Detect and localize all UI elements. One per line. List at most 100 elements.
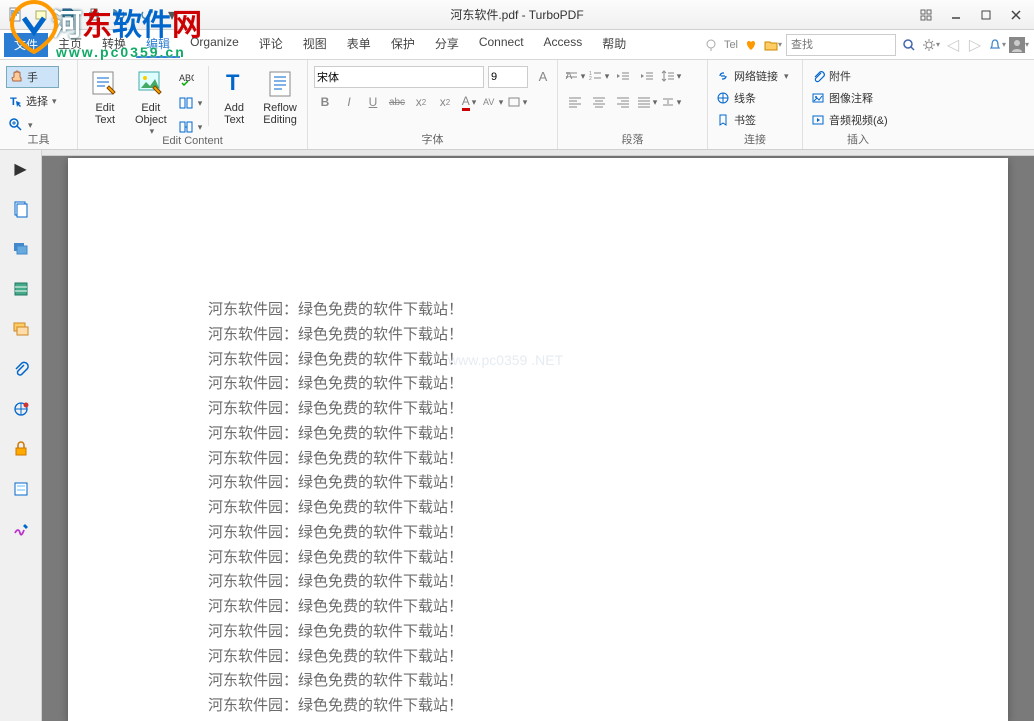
indent-button[interactable] <box>636 66 658 86</box>
align-right-icon <box>616 96 630 108</box>
audio-video-button[interactable]: 音频视频(&) <box>809 110 890 130</box>
maximize-button[interactable] <box>972 4 1000 26</box>
add-text-label: Add Text <box>213 102 255 126</box>
align-center-button[interactable] <box>588 92 610 112</box>
svg-text:AV: AV <box>483 97 494 107</box>
line-link-button[interactable]: 线条 <box>714 88 758 108</box>
share-panel-icon[interactable] <box>10 398 32 420</box>
document-viewport[interactable]: 河东软件园：绿色免费的软件下载站！河东软件园：绿色免费的软件下载站！河东软件园：… <box>42 150 1034 721</box>
qa-undo-icon[interactable] <box>110 5 130 25</box>
heart-icon[interactable] <box>742 36 760 54</box>
number-list-button[interactable]: 12▾ <box>588 66 610 86</box>
comments-panel-icon[interactable] <box>10 318 32 340</box>
menu-视图[interactable]: 视图 <box>293 31 337 58</box>
qa-dropdown-icon[interactable]: ▾ <box>162 5 182 25</box>
join-text-button[interactable]: ▾ <box>176 92 205 114</box>
layers-panel-icon[interactable] <box>10 238 32 260</box>
folder-search-icon[interactable]: ▾ <box>764 36 782 54</box>
superscript-button[interactable]: x2 <box>410 92 432 112</box>
menu-主页[interactable]: 主页 <box>48 31 92 58</box>
bookmark-button[interactable]: 书签 <box>714 110 758 130</box>
gear-icon[interactable]: ▾ <box>922 36 940 54</box>
window-title: 河东软件.pdf - TurboPDF <box>450 6 583 23</box>
line-link-label: 线条 <box>734 90 756 106</box>
image-annotation-button[interactable]: 图像注释 <box>809 88 875 108</box>
security-panel-icon[interactable] <box>10 438 32 460</box>
line-spacing-button[interactable]: ▾ <box>660 66 682 86</box>
menu-编辑[interactable]: 编辑 <box>136 31 180 58</box>
expand-nav-icon[interactable]: ▶ <box>10 158 32 180</box>
user-icon[interactable]: ▾ <box>1010 36 1028 54</box>
strike-button[interactable]: abc <box>386 92 408 112</box>
reflow-button[interactable]: Reflow Editing <box>259 66 301 126</box>
menu-保护[interactable]: 保护 <box>381 31 425 58</box>
select-icon: T <box>8 93 24 109</box>
menu-access[interactable]: Access <box>534 31 593 58</box>
join-text-icon <box>178 95 194 111</box>
ribbon-options-icon[interactable] <box>912 4 940 26</box>
bulb-icon[interactable] <box>702 36 720 54</box>
qa-print-icon[interactable] <box>84 5 104 25</box>
add-text-button[interactable]: T Add Text <box>213 66 255 126</box>
prev-icon[interactable]: ◁ <box>944 36 962 54</box>
next-icon[interactable]: ▷ <box>966 36 984 54</box>
menu-connect[interactable]: Connect <box>469 31 534 58</box>
grow-font-icon[interactable]: A <box>532 66 554 86</box>
subscript-button[interactable]: x2 <box>434 92 456 112</box>
hand-label: 手 <box>27 69 38 85</box>
char-spacing-icon: AV <box>483 96 497 108</box>
attachment-button[interactable]: 附件 <box>809 66 853 86</box>
form-panel-icon[interactable] <box>10 478 32 500</box>
menu-评论[interactable]: 评论 <box>249 31 293 58</box>
edit-text-label: Edit Text <box>84 102 126 126</box>
bookmarks-panel-icon[interactable] <box>10 278 32 300</box>
document-line: 河东软件园：绿色免费的软件下载站！ <box>208 570 1008 595</box>
menu-表单[interactable]: 表单 <box>337 31 381 58</box>
search-input[interactable] <box>786 34 896 56</box>
italic-button[interactable]: I <box>338 92 360 112</box>
qa-save-icon[interactable] <box>58 5 78 25</box>
image-annotation-label: 图像注释 <box>829 90 873 106</box>
menu-帮助[interactable]: 帮助 <box>592 31 636 58</box>
align-left-button[interactable] <box>564 92 586 112</box>
menu-分享[interactable]: 分享 <box>425 31 469 58</box>
document-line: 河东软件园：绿色免费的软件下载站！ <box>208 595 1008 620</box>
bullet-list-button[interactable]: ▾ <box>564 66 586 86</box>
file-menu[interactable]: 文件 <box>4 33 48 57</box>
select-tool[interactable]: T 选择 ▾ <box>6 90 59 112</box>
spellcheck-button[interactable]: ABC <box>176 68 205 90</box>
web-link-button[interactable]: 网络链接▾ <box>714 66 791 86</box>
underline-button[interactable]: U <box>362 92 384 112</box>
para-spacing-icon <box>661 96 675 108</box>
bell-icon[interactable]: ▾ <box>988 36 1006 54</box>
align-left-icon <box>568 96 582 108</box>
edit-text-button[interactable]: Edit Text <box>84 66 126 126</box>
outdent-button[interactable] <box>612 66 634 86</box>
qa-open-icon[interactable] <box>32 5 52 25</box>
edit-object-button[interactable]: Edit Object ▾ <box>130 66 172 139</box>
minimize-button[interactable] <box>942 4 970 26</box>
hand-tool[interactable]: 手 <box>6 66 59 88</box>
attachments-panel-icon[interactable] <box>10 358 32 380</box>
scale-icon <box>507 96 521 108</box>
menu-转换[interactable]: 转换 <box>92 31 136 58</box>
char-spacing-button[interactable]: AV▾ <box>482 92 504 112</box>
menubar: 文件 主页转换编辑Organize评论视图表单保护分享ConnectAccess… <box>0 30 1034 60</box>
select-label: 选择 <box>26 93 48 109</box>
pages-panel-icon[interactable] <box>10 198 32 220</box>
app-icon <box>6 5 26 25</box>
para-spacing-button[interactable]: ▾ <box>660 92 682 112</box>
menu-organize[interactable]: Organize <box>180 31 249 58</box>
align-justify-button[interactable]: ▾ <box>636 92 658 112</box>
signature-panel-icon[interactable] <box>10 518 32 540</box>
font-size-select[interactable] <box>488 66 528 88</box>
bold-button[interactable]: B <box>314 92 336 112</box>
align-right-button[interactable] <box>612 92 634 112</box>
font-color-button[interactable]: A▾ <box>458 92 480 112</box>
search-icon[interactable] <box>900 36 918 54</box>
qa-redo-icon[interactable] <box>136 5 156 25</box>
close-button[interactable] <box>1002 4 1030 26</box>
scale-button[interactable]: ▾ <box>506 92 528 112</box>
font-family-select[interactable] <box>314 66 484 88</box>
web-link-icon <box>716 69 730 83</box>
